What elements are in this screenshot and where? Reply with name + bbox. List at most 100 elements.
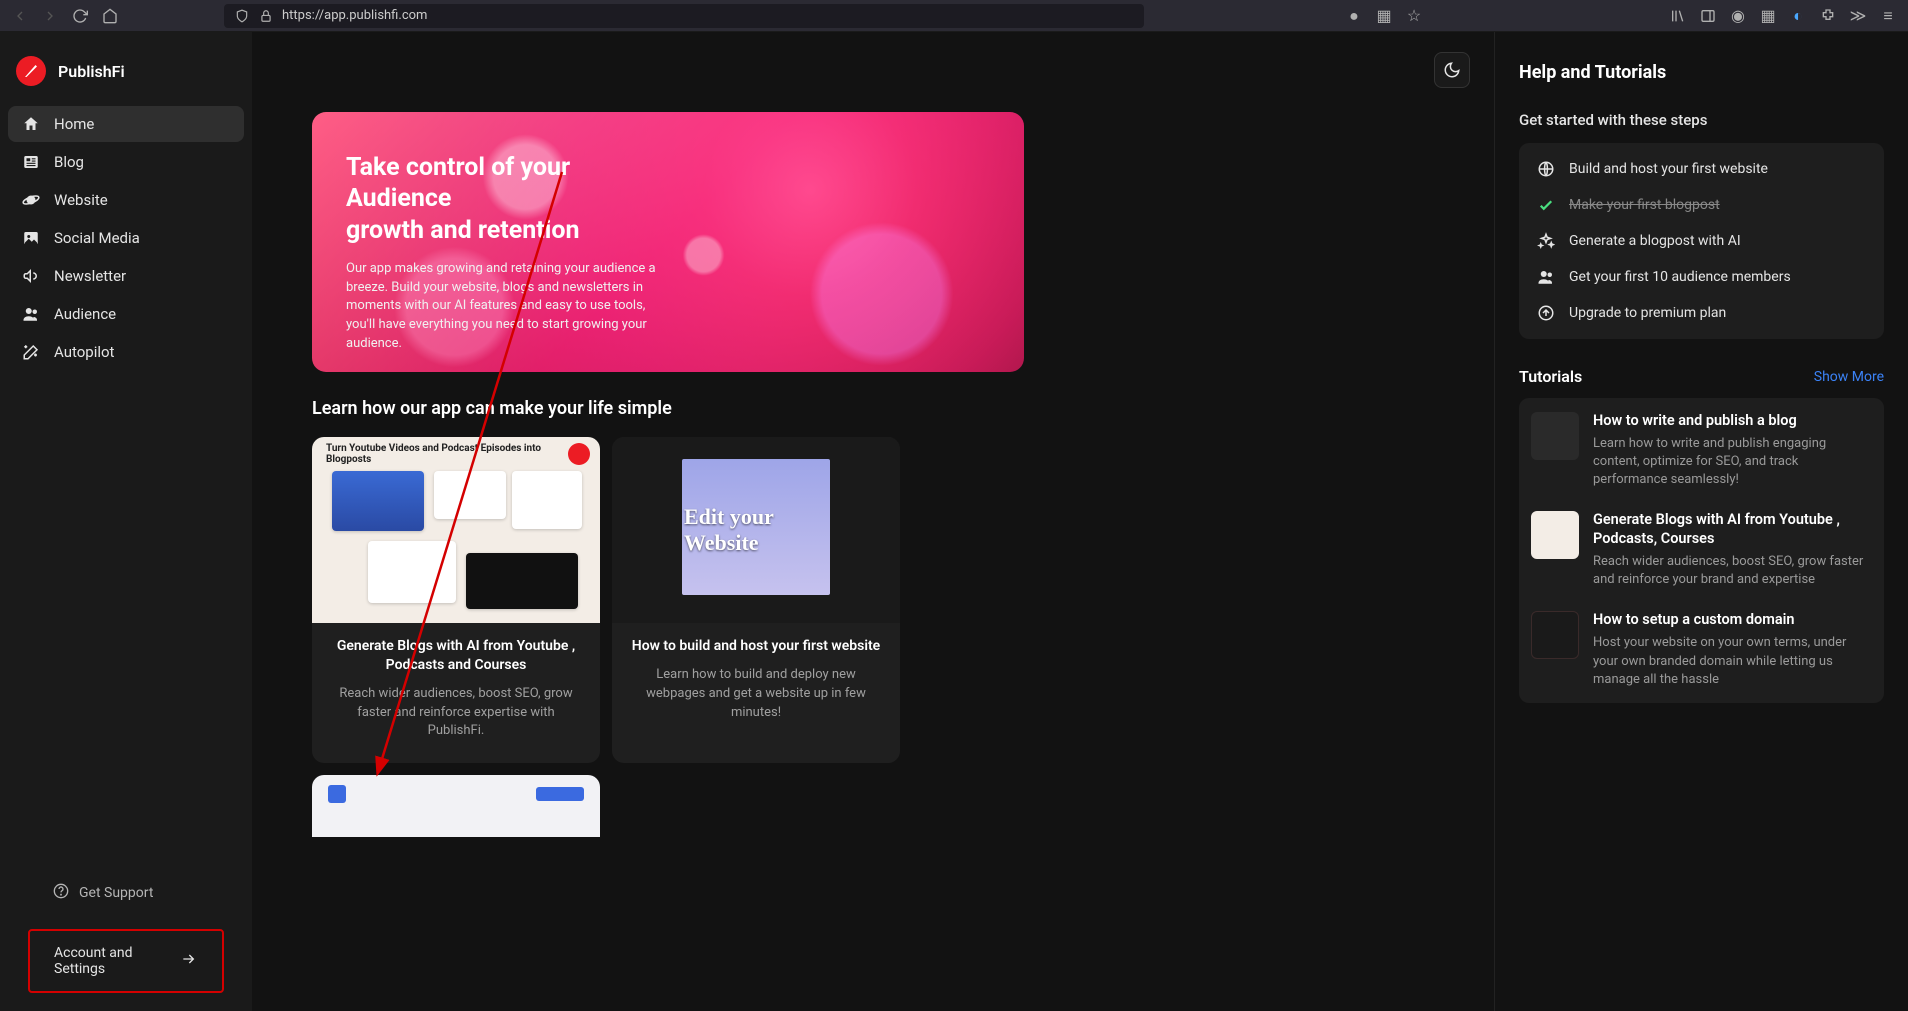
ext-vpn-icon[interactable]: ◐	[1790, 8, 1806, 24]
step-label: Generate a blogpost with AI	[1569, 233, 1741, 249]
tutorial-thumb	[1531, 611, 1579, 659]
tutorial-desc: Learn how to write and publish engaging …	[1593, 435, 1872, 490]
feature-card-ai-blogs[interactable]: Turn Youtube Videos and Podcast Episodes…	[312, 437, 600, 763]
reload-icon[interactable]	[72, 8, 88, 24]
globe-icon	[1537, 160, 1555, 178]
sparkles-icon	[1537, 232, 1555, 250]
planet-icon	[22, 191, 40, 209]
step-label: Make your first blogpost	[1569, 197, 1720, 213]
sidebar-item-label: Audience	[54, 305, 116, 323]
card-thumb: Turn Youtube Videos and Podcast Episodes…	[312, 437, 600, 623]
moon-icon	[1443, 61, 1461, 79]
image-icon	[22, 229, 40, 247]
sidebar-item-autopilot[interactable]: Autopilot	[8, 334, 244, 370]
brand[interactable]: PublishFi	[8, 46, 244, 106]
url-bar[interactable]: https://app.publishfi.com	[224, 4, 1144, 28]
check-icon	[1537, 196, 1555, 214]
onboarding-step[interactable]: Upgrade to premium plan	[1525, 295, 1878, 331]
nav: Home Blog Website Social Media Newsletter Aud…	[8, 106, 244, 370]
onboarding-steps: Build and host your first website Make yo…	[1519, 143, 1884, 339]
tutorial-item[interactable]: How to write and publish a blog Learn how…	[1531, 412, 1872, 489]
star-icon[interactable]: ☆	[1406, 8, 1422, 24]
url-text: https://app.publishfi.com	[282, 8, 427, 23]
onboarding-step[interactable]: Build and host your first website	[1525, 151, 1878, 187]
tutorial-item[interactable]: Generate Blogs with AI from Youtube , Po…	[1531, 511, 1872, 589]
theme-toggle-button[interactable]	[1434, 52, 1470, 88]
help-column: Help and Tutorials Get started with thes…	[1494, 32, 1908, 1011]
step-label: Get your first 10 audience members	[1569, 269, 1791, 285]
users-icon	[1537, 268, 1555, 286]
sidebar: PublishFi Home Blog Website Social Media New…	[0, 32, 252, 1011]
brand-name: PublishFi	[58, 62, 125, 81]
tutorial-title: How to write and publish a blog	[1593, 412, 1872, 431]
sidebar-item-blog[interactable]: Blog	[8, 144, 244, 180]
onboarding-step[interactable]: Generate a blogpost with AI	[1525, 223, 1878, 259]
ext-apps-icon[interactable]: ▦	[1760, 8, 1776, 24]
step-label: Build and host your first website	[1569, 161, 1768, 177]
get-support-link[interactable]: Get Support	[8, 875, 244, 911]
users-icon	[22, 305, 40, 323]
menu-icon[interactable]: ≡	[1880, 8, 1896, 24]
tutorial-title: How to setup a custom domain	[1593, 611, 1872, 630]
card-desc: Reach wider audiences, boost SEO, grow f…	[328, 685, 584, 742]
onboarding-step[interactable]: Get your first 10 audience members	[1525, 259, 1878, 295]
blog-icon	[22, 153, 40, 171]
card-title: How to build and host your first website	[628, 637, 884, 656]
tutorial-thumb	[1531, 412, 1579, 460]
extensions-icon[interactable]	[1820, 8, 1836, 24]
learn-heading: Learn how our app can make your life sim…	[312, 398, 1434, 419]
sidebar-item-label: Home	[54, 115, 94, 133]
hero-banner: Take control of your Audience growth and…	[312, 112, 1024, 372]
overflow-icon[interactable]: ≫	[1850, 8, 1866, 24]
sidebar-item-social-media[interactable]: Social Media	[8, 220, 244, 256]
sidebar-item-label: Blog	[54, 153, 84, 171]
sidebar-item-label: Website	[54, 191, 108, 209]
help-icon	[53, 883, 69, 903]
hero-title: Take control of your Audience growth and…	[346, 152, 666, 246]
show-more-link[interactable]: Show More	[1814, 369, 1884, 385]
browser-chrome: https://app.publishfi.com ● ▦ ☆ ◉ ▦ ◐ ≫ …	[0, 0, 1908, 32]
ext-shield-icon[interactable]: ◉	[1730, 8, 1746, 24]
help-subheading: Get started with these steps	[1519, 111, 1884, 129]
ext-dot-icon[interactable]: ●	[1346, 8, 1362, 24]
home-icon[interactable]	[102, 8, 118, 24]
sidebar-item-home[interactable]: Home	[8, 106, 244, 142]
feature-card-build-website[interactable]: Edit your Website How to build and host …	[612, 437, 900, 763]
tutorial-title: Generate Blogs with AI from Youtube , Po…	[1593, 511, 1872, 549]
account-settings-button[interactable]: Account and Settings	[28, 929, 224, 993]
sidebar-item-label: Social Media	[54, 229, 140, 247]
help-heading: Help and Tutorials	[1519, 62, 1884, 83]
sidebar-item-newsletter[interactable]: Newsletter	[8, 258, 244, 294]
tutorial-desc: Host your website on your own terms, und…	[1593, 634, 1872, 689]
sidebar-item-label: Newsletter	[54, 267, 126, 285]
brand-logo-icon	[16, 56, 46, 86]
forward-icon[interactable]	[42, 8, 58, 24]
tutorials-heading: Tutorials	[1519, 367, 1582, 386]
card-thumb: Edit your Website	[612, 437, 900, 623]
card-title: Generate Blogs with AI from Youtube , Po…	[328, 637, 584, 675]
account-settings-label: Account and Settings	[54, 945, 164, 977]
tutorial-desc: Reach wider audiences, boost SEO, grow f…	[1593, 553, 1872, 589]
step-label: Upgrade to premium plan	[1569, 305, 1726, 321]
shield-icon	[234, 8, 250, 24]
back-icon[interactable]	[12, 8, 28, 24]
tutorial-thumb	[1531, 511, 1579, 559]
home-icon	[22, 115, 40, 133]
library-icon[interactable]	[1670, 8, 1686, 24]
support-label: Get Support	[79, 885, 153, 901]
sidebar-item-label: Autopilot	[54, 343, 114, 361]
wand-icon	[22, 343, 40, 361]
sidebar-item-website[interactable]: Website	[8, 182, 244, 218]
tutorial-list: How to write and publish a blog Learn how…	[1519, 398, 1884, 703]
sidebar-item-audience[interactable]: Audience	[8, 296, 244, 332]
arrow-right-icon	[178, 951, 198, 971]
ext-grid-icon[interactable]: ▦	[1376, 8, 1392, 24]
content-column: Take control of your Audience growth and…	[252, 32, 1494, 1011]
feature-card-partial[interactable]	[312, 775, 600, 837]
onboarding-step[interactable]: Make your first blogpost	[1525, 187, 1878, 223]
hero-body: Our app makes growing and retaining your…	[346, 260, 676, 354]
upgrade-icon	[1537, 304, 1555, 322]
megaphone-icon	[22, 267, 40, 285]
sidebar-icon[interactable]	[1700, 8, 1716, 24]
tutorial-item[interactable]: How to setup a custom domain Host your we…	[1531, 611, 1872, 688]
